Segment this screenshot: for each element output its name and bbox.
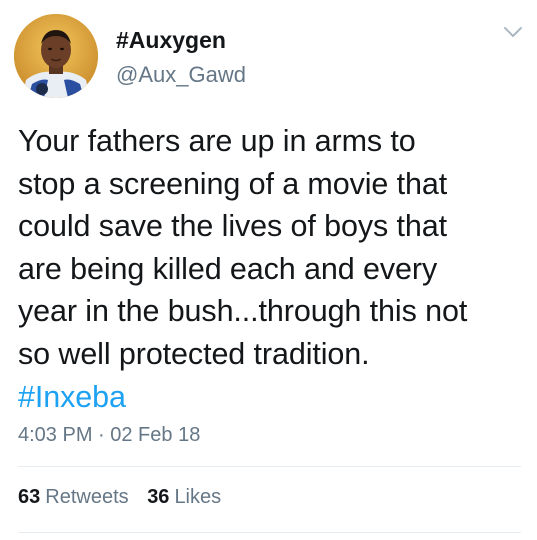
- tweet-text-line: year in the bush...through this not: [18, 294, 468, 329]
- divider: [18, 532, 521, 533]
- tweet-text: Your fathers are up in arms to stop a sc…: [18, 120, 523, 418]
- tweet-text-line: stop a screening of a movie that: [18, 166, 448, 201]
- chevron-down-icon[interactable]: [502, 24, 524, 40]
- avatar[interactable]: [14, 14, 98, 98]
- tweet-text-line: could save the lives of boys that: [18, 209, 448, 244]
- tweet-card: #Auxygen @Aux_Gawd Your fathers are up i…: [0, 0, 537, 540]
- display-name[interactable]: #Auxygen: [116, 27, 226, 54]
- likes-count: 36: [147, 486, 170, 508]
- user-handle[interactable]: @Aux_Gawd: [116, 62, 246, 88]
- avatar-image: [14, 14, 98, 98]
- tweet-timestamp[interactable]: 4:03 PM · 02 Feb 18: [18, 424, 200, 447]
- tweet-text-line: are being killed each and every: [18, 251, 438, 286]
- retweets-stat[interactable]: 63 Retweets: [18, 486, 129, 509]
- likes-stat[interactable]: 36 Likes: [147, 486, 221, 509]
- retweets-count: 63: [18, 486, 41, 508]
- tweet-text-line: so well protected tradition.: [18, 336, 370, 371]
- hashtag-link[interactable]: #Inxeba: [18, 376, 126, 419]
- divider: [18, 466, 521, 467]
- tweet-text-line: Your fathers are up in arms to: [18, 124, 416, 158]
- retweets-label: Retweets: [45, 486, 129, 508]
- tweet-stats: 63 Retweets 36 Likes: [18, 486, 221, 509]
- likes-label: Likes: [174, 486, 222, 508]
